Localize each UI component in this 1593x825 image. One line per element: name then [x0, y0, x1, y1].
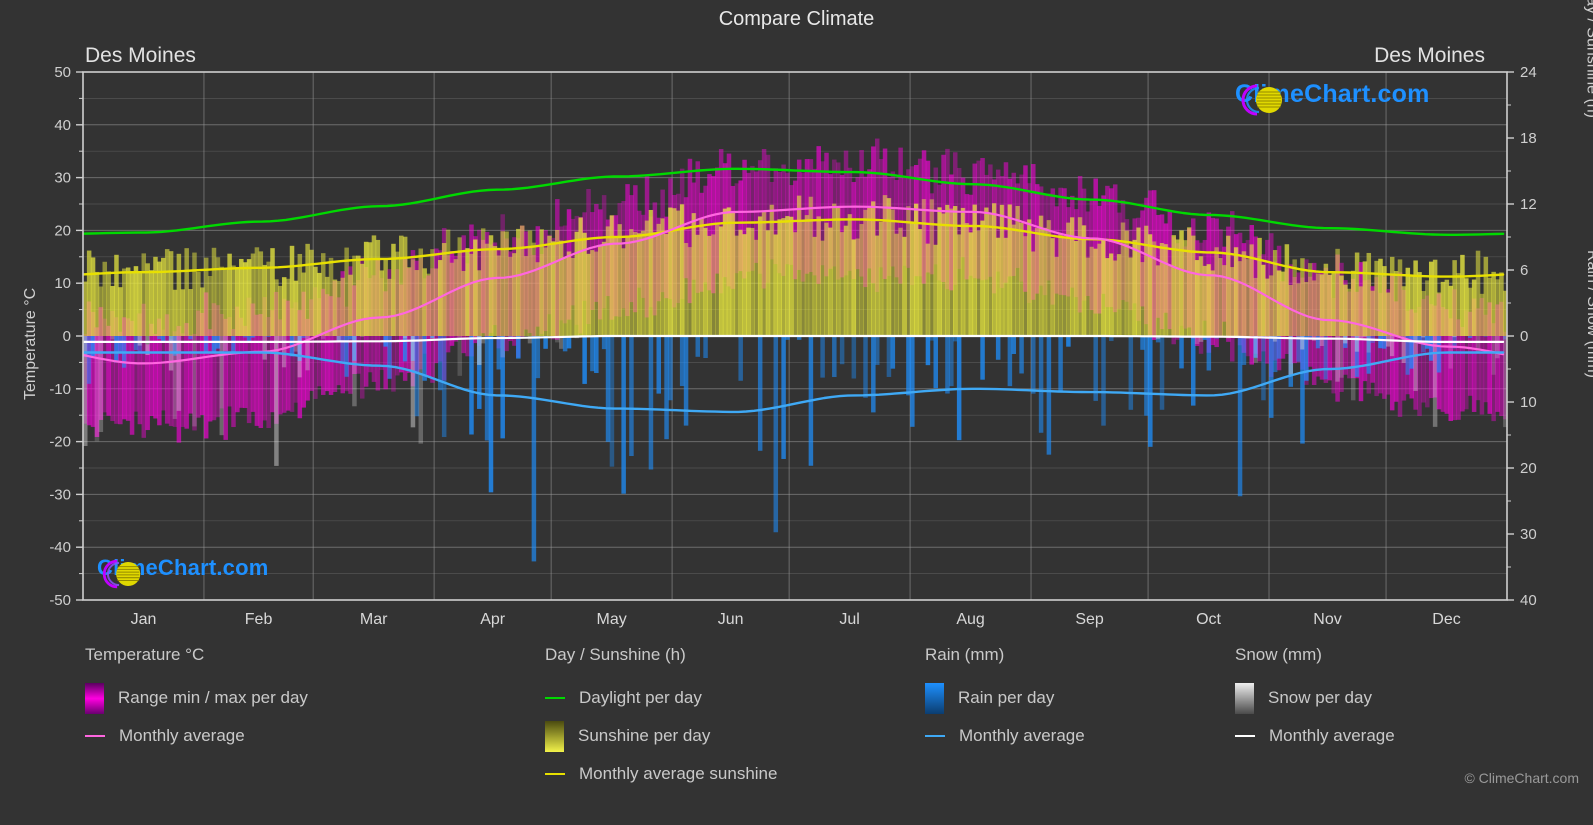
svg-text:Sep: Sep [1075, 611, 1104, 628]
legend-item-sunshine[interactable]: Sunshine per day [545, 717, 945, 755]
legend-item-daylight[interactable]: Daylight per day [545, 679, 945, 717]
svg-text:0: 0 [63, 328, 71, 345]
legend-label: Snow per day [1268, 688, 1372, 707]
svg-text:0: 0 [1520, 328, 1528, 345]
svg-text:40: 40 [54, 117, 71, 134]
swatch-sunshine-average [545, 773, 565, 775]
svg-text:Jun: Jun [718, 611, 744, 628]
legend-label: Rain per day [958, 688, 1055, 707]
svg-text:-50: -50 [49, 592, 71, 609]
legend-item-sunshine-average[interactable]: Monthly average sunshine [545, 755, 945, 793]
swatch-daylight [545, 697, 565, 699]
legend-item-snow-daily[interactable]: Snow per day [1235, 679, 1535, 717]
swatch-rain-average [925, 735, 945, 737]
svg-text:Apr: Apr [480, 611, 506, 628]
watermark-top: ClimeChart.com [1233, 80, 1430, 116]
svg-text:30: 30 [54, 170, 71, 187]
svg-text:May: May [597, 611, 627, 628]
swatch-snow-average [1235, 735, 1255, 737]
svg-text:10: 10 [54, 275, 71, 292]
svg-text:Aug: Aug [956, 611, 984, 628]
svg-text:Oct: Oct [1196, 611, 1221, 628]
svg-text:50: 50 [54, 64, 71, 81]
legend-item-snow-average[interactable]: Monthly average [1235, 717, 1535, 755]
svg-text:-20: -20 [49, 434, 71, 451]
svg-text:24: 24 [1520, 64, 1537, 81]
svg-text:40: 40 [1520, 592, 1537, 609]
svg-text:6: 6 [1520, 262, 1528, 279]
legend-label: Monthly average sunshine [579, 764, 778, 783]
swatch-sunshine [545, 720, 564, 752]
svg-text:10: 10 [1520, 394, 1537, 411]
svg-text:Nov: Nov [1313, 611, 1341, 628]
svg-text:-30: -30 [49, 486, 71, 503]
swatch-temperature-range [85, 682, 104, 714]
legend-label: Monthly average [1269, 726, 1395, 745]
legend-title-daysun: Day / Sunshine (h) [545, 645, 686, 664]
y-axis-right-ticks: 24 18 12 6 0 10 20 30 40 [1507, 64, 1537, 609]
copyright-text: © ClimeChart.com [1464, 770, 1579, 786]
svg-text:-40: -40 [49, 539, 71, 556]
svg-text:30: 30 [1520, 526, 1537, 543]
legend-item-temperature-range[interactable]: Range min / max per day [85, 679, 505, 717]
svg-text:Jul: Jul [839, 611, 859, 628]
climechart-logo-icon [102, 559, 141, 589]
climechart-logo-icon [1241, 84, 1282, 116]
swatch-temperature-average [85, 735, 105, 737]
svg-text:Dec: Dec [1432, 611, 1460, 628]
legend-item-rain-average[interactable]: Monthly average [925, 717, 1205, 755]
legend-label: Sunshine per day [578, 726, 711, 745]
swatch-rain [925, 682, 944, 714]
legend-title-snow: Snow (mm) [1235, 645, 1322, 664]
svg-text:Feb: Feb [245, 611, 273, 628]
svg-text:Mar: Mar [360, 611, 388, 628]
legend-label: Daylight per day [579, 688, 702, 707]
swatch-snow [1235, 682, 1254, 714]
legend-group-daysun: Day / Sunshine (h) Daylight per day Suns… [545, 645, 945, 793]
y-axis-left-ticks: 50 40 30 20 10 0 -10 -20 -30 -40 -50 [49, 64, 83, 609]
watermark-bottom: ClimeChart.com [95, 555, 269, 589]
legend-item-rain-daily[interactable]: Rain per day [925, 679, 1205, 717]
legend-group-temperature: Temperature °C Range min / max per day M… [85, 645, 505, 755]
svg-text:18: 18 [1520, 130, 1537, 147]
legend-label: Range min / max per day [118, 688, 308, 707]
legend-item-temperature-average[interactable]: Monthly average [85, 717, 505, 755]
legend-title-temperature: Temperature °C [85, 645, 205, 664]
legend: Temperature °C Range min / max per day M… [0, 645, 1593, 820]
x-axis-month-ticks: Jan Feb Mar Apr May Jun Jul Aug Sep Oct Nov Dec [131, 611, 1461, 628]
svg-text:-10: -10 [49, 381, 71, 398]
svg-text:12: 12 [1520, 196, 1537, 213]
legend-label: Monthly average [959, 726, 1085, 745]
svg-text:20: 20 [54, 222, 71, 239]
legend-label: Monthly average [119, 726, 245, 745]
svg-text:Jan: Jan [131, 611, 157, 628]
legend-group-snow: Snow (mm) Snow per day Monthly average [1235, 645, 1535, 755]
svg-text:20: 20 [1520, 460, 1537, 477]
legend-group-rain: Rain (mm) Rain per day Monthly average [925, 645, 1205, 755]
legend-title-rain: Rain (mm) [925, 645, 1005, 664]
